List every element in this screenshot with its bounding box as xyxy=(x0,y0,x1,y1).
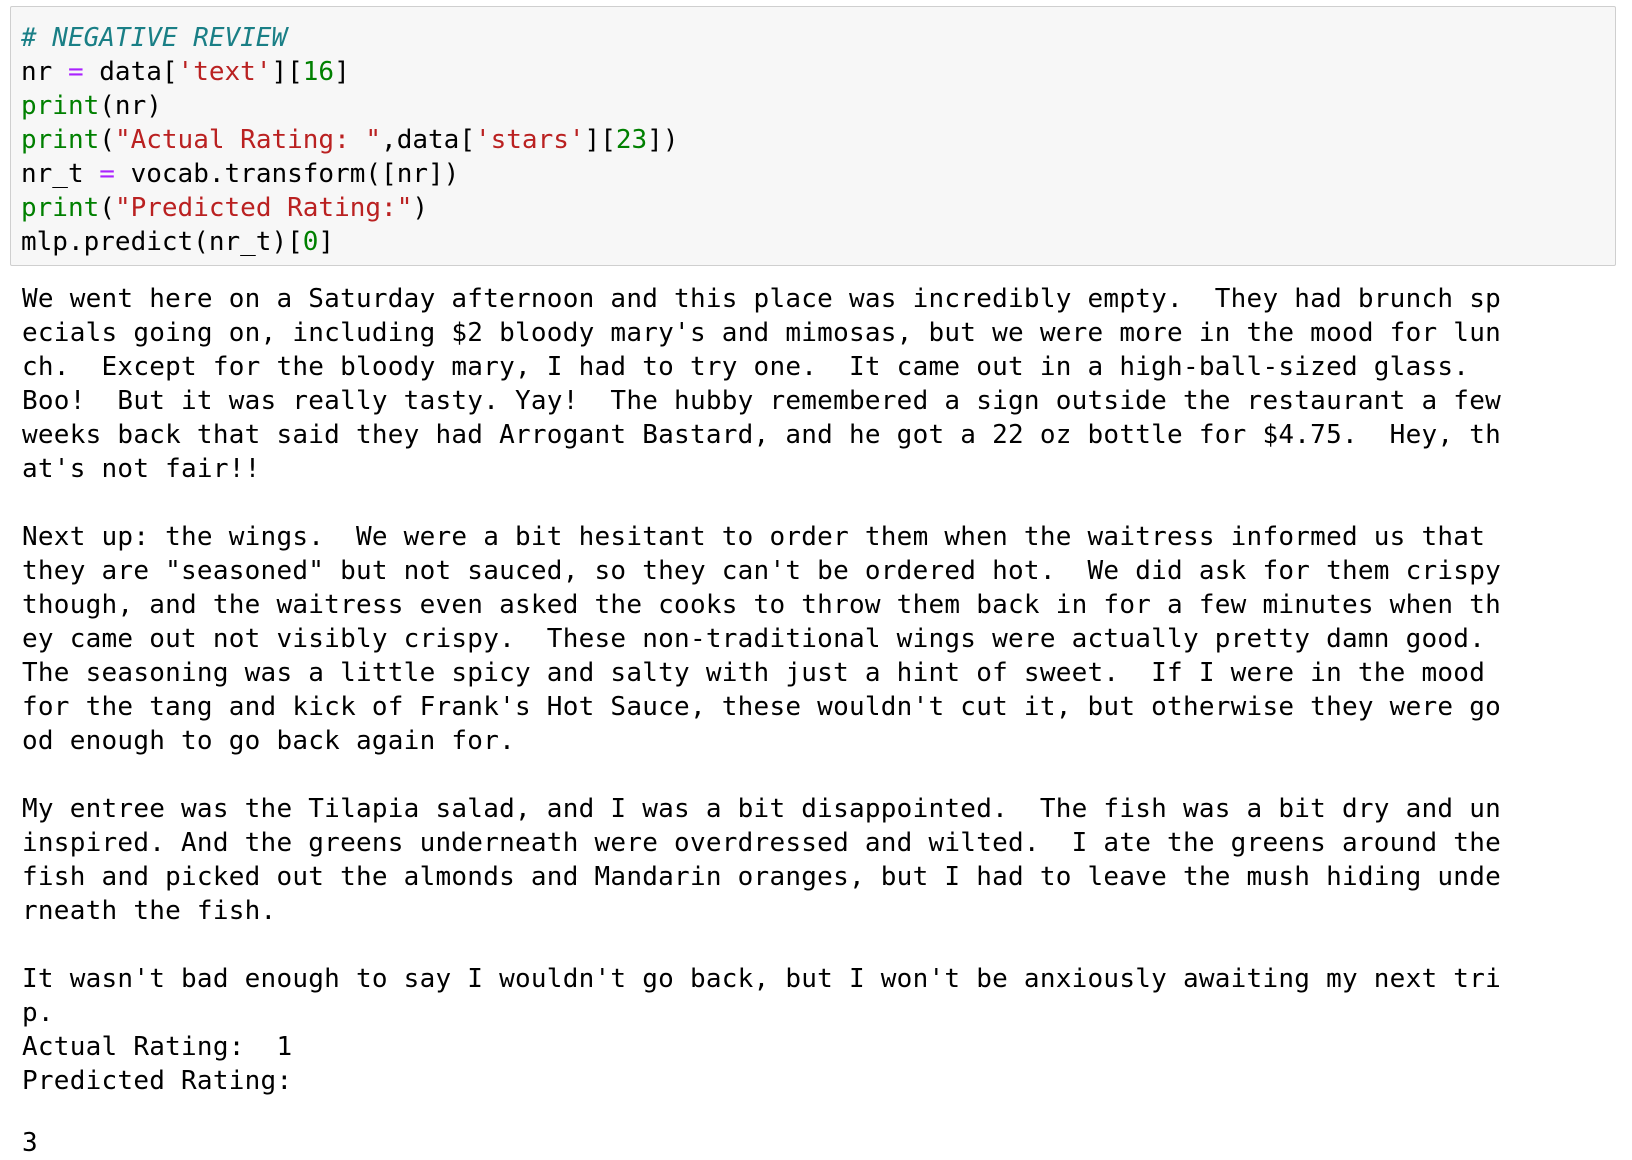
output-line: inspired. And the greens underneath were… xyxy=(22,828,1502,858)
code-line: nr = data['text'][16] xyxy=(21,55,1615,89)
code-text: ][ xyxy=(271,57,303,87)
code-text: ,data[ xyxy=(381,125,475,155)
code-text: ] xyxy=(334,57,350,87)
code-line: mlp.predict(nr_t)[0] xyxy=(21,225,1615,259)
code-line: print(nr) xyxy=(21,89,1615,123)
cell-stdout-output: We went here on a Saturday afternoon and… xyxy=(22,282,1612,1098)
output-line: p. xyxy=(22,998,54,1028)
output-line: It wasn't bad enough to say I wouldn't g… xyxy=(22,964,1502,994)
output-line: Boo! But it was really tasty. Yay! The h… xyxy=(22,386,1502,416)
code-text: data[ xyxy=(83,57,178,87)
output-line: We went here on a Saturday afternoon and… xyxy=(22,284,1502,314)
code-text: vocab.transform([nr]) xyxy=(114,159,460,189)
code-operator: = xyxy=(99,159,115,189)
code-text: ( xyxy=(99,193,115,223)
output-line: Next up: the wings. We were a bit hesita… xyxy=(22,522,1486,552)
output-line: though, and the waitress even asked the … xyxy=(22,590,1502,620)
code-text: nr_t xyxy=(21,159,100,189)
output-line: rneath the fish. xyxy=(22,896,277,926)
code-number-literal: 16 xyxy=(302,57,335,87)
code-line: # NEGATIVE REVIEW xyxy=(21,21,1615,55)
output-line: Predicted Rating: xyxy=(22,1066,293,1096)
code-operator: = xyxy=(67,57,84,87)
code-string-literal: "Actual Rating: " xyxy=(114,125,382,155)
code-text: ( xyxy=(99,125,115,155)
code-line: print("Predicted Rating:") xyxy=(21,191,1615,225)
output-line: ch. Except for the bloody mary, I had to… xyxy=(22,352,1470,382)
cell-execute-result: 3 xyxy=(22,1128,38,1158)
code-number-literal: 0 xyxy=(302,227,319,257)
code-builtin: print xyxy=(21,193,100,223)
code-line: print("Actual Rating: ",data['stars'][23… xyxy=(21,123,1615,157)
output-line: Actual Rating: 1 xyxy=(22,1032,293,1062)
code-builtin: print xyxy=(21,91,100,121)
output-line: at's not fair!! xyxy=(22,454,261,484)
output-line: od enough to go back again for. xyxy=(22,726,516,756)
output-line: ecials going on, including $2 bloody mar… xyxy=(22,318,1502,348)
output-line: weeks back that said they had Arrogant B… xyxy=(22,420,1502,450)
code-text: nr xyxy=(21,57,68,87)
code-text: (nr) xyxy=(99,91,162,121)
code-text: mlp.predict(nr_t)[ xyxy=(21,227,303,257)
code-number-literal: 23 xyxy=(615,125,648,155)
output-line: they are "seasoned" but not sauced, so t… xyxy=(22,556,1502,586)
output-line: My entree was the Tilapia salad, and I w… xyxy=(22,794,1502,824)
code-line: nr_t = vocab.transform([nr]) xyxy=(21,157,1615,191)
output-line: ey came out not visibly crispy. These no… xyxy=(22,624,1486,654)
code-builtin: print xyxy=(21,125,100,155)
code-text: ][ xyxy=(584,125,616,155)
output-line: fish and picked out the almonds and Mand… xyxy=(22,862,1502,892)
code-string-literal: "Predicted Rating:" xyxy=(114,193,413,223)
code-comment: # NEGATIVE REVIEW xyxy=(21,23,288,53)
output-line: for the tang and kick of Frank's Hot Sau… xyxy=(22,692,1502,722)
output-line: The seasoning was a little spicy and sal… xyxy=(22,658,1486,688)
code-string-literal: 'text' xyxy=(177,57,272,87)
code-text: ] xyxy=(318,227,335,257)
code-string-literal: 'stars' xyxy=(474,125,585,155)
code-cell-input[interactable]: # NEGATIVE REVIEW nr = data['text'][16] pr… xyxy=(10,6,1616,266)
code-text: ]) xyxy=(647,125,679,155)
code-text: ) xyxy=(412,193,429,223)
